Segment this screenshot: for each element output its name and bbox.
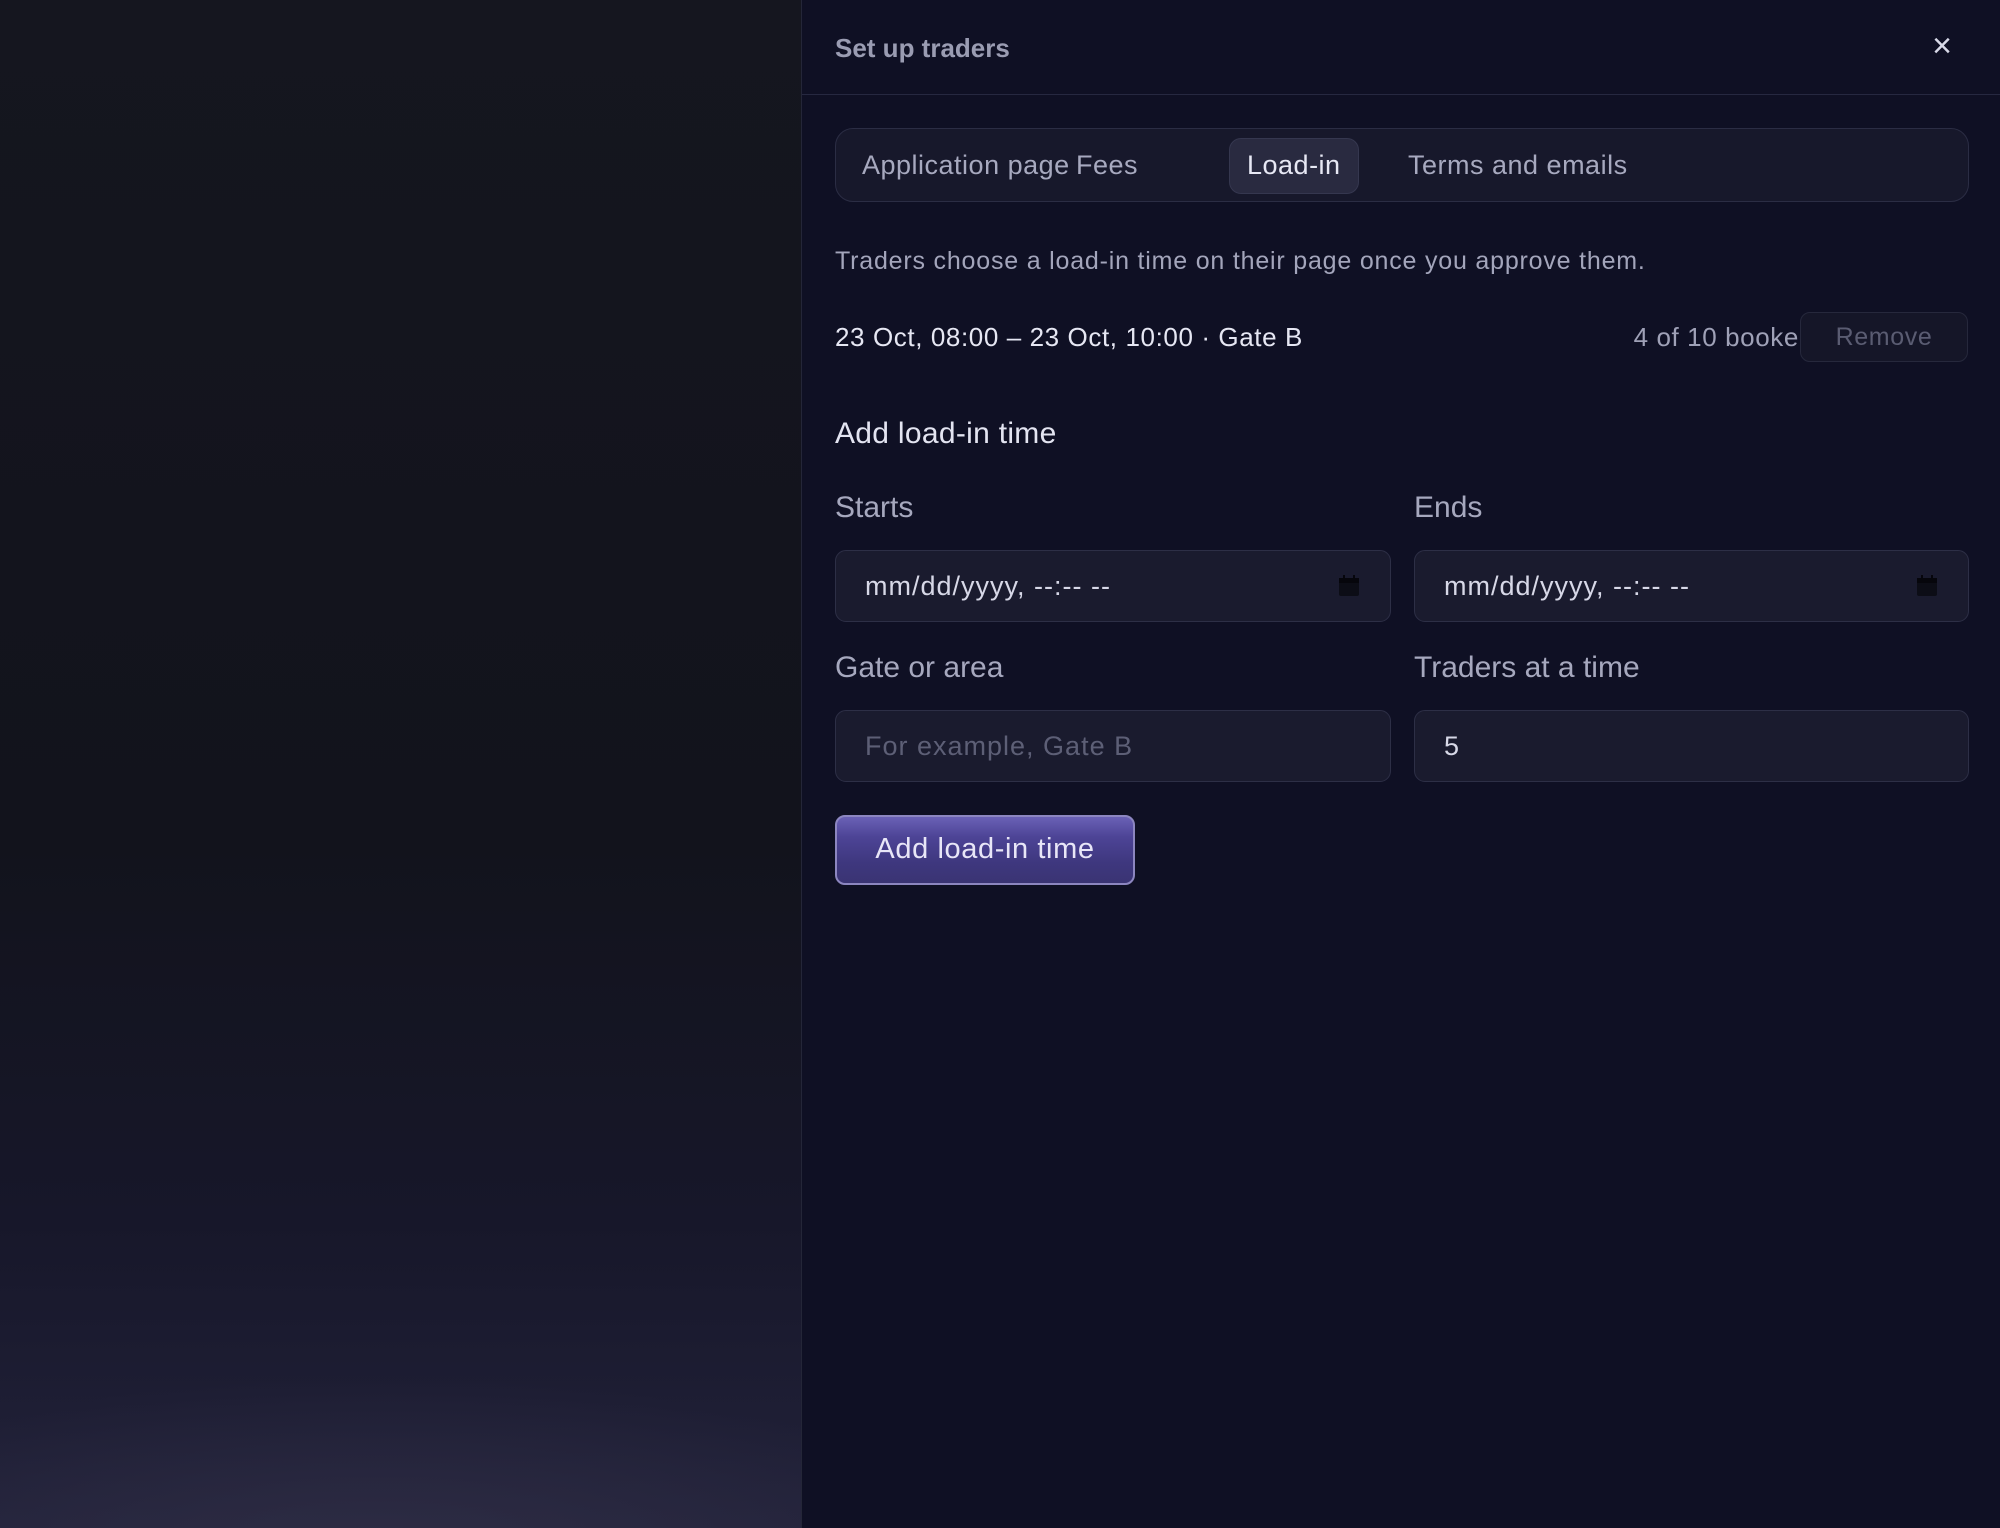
starts-value: mm/dd/yyyy, --:-- --	[865, 571, 1111, 601]
tab-application-page[interactable]: Application page	[845, 138, 1087, 192]
page-backdrop	[0, 0, 801, 1528]
tab-bar: Application page Fees Load-in Terms and …	[835, 128, 1969, 202]
ends-datetime-input[interactable]: mm/dd/yyyy, --:-- --	[1414, 550, 1969, 622]
slot-booked-count: 4 of 10 booked	[1633, 322, 1814, 352]
tab-fees[interactable]: Fees	[1059, 138, 1155, 192]
add-load-in-time-button[interactable]: Add load-in time	[835, 815, 1135, 885]
gate-input[interactable]: For example, Gate B	[835, 710, 1391, 782]
load-in-description: Traders choose a load-in time on their p…	[835, 247, 1646, 275]
ends-value: mm/dd/yyyy, --:-- --	[1444, 571, 1690, 601]
capacity-input[interactable]: 5	[1414, 710, 1969, 782]
capacity-label: Traders at a time	[1414, 651, 1640, 684]
gate-placeholder: For example, Gate B	[865, 731, 1134, 761]
calendar-icon[interactable]	[1916, 575, 1938, 597]
add-load-in-heading: Add load-in time	[835, 417, 1057, 450]
ends-label: Ends	[1414, 491, 1483, 524]
calendar-icon[interactable]	[1338, 575, 1360, 597]
close-button[interactable]: ×	[1924, 28, 1960, 64]
slot-summary: 23 Oct, 08:00 – 23 Oct, 10:00 · Gate B	[835, 322, 1303, 352]
gate-label: Gate or area	[835, 651, 1004, 684]
tab-terms-and-emails[interactable]: Terms and emails	[1391, 138, 1645, 192]
starts-datetime-input[interactable]: mm/dd/yyyy, --:-- --	[835, 550, 1391, 622]
capacity-value: 5	[1444, 731, 1461, 761]
remove-slot-button[interactable]: Remove	[1800, 312, 1968, 362]
panel-header: Set up traders ×	[802, 0, 2000, 95]
tab-load-in[interactable]: Load-in	[1229, 138, 1359, 194]
close-icon: ×	[1932, 27, 1952, 65]
setup-traders-panel: Set up traders × Application page Fees L…	[801, 0, 2000, 1528]
panel-title: Set up traders	[835, 33, 1010, 63]
starts-label: Starts	[835, 491, 914, 524]
